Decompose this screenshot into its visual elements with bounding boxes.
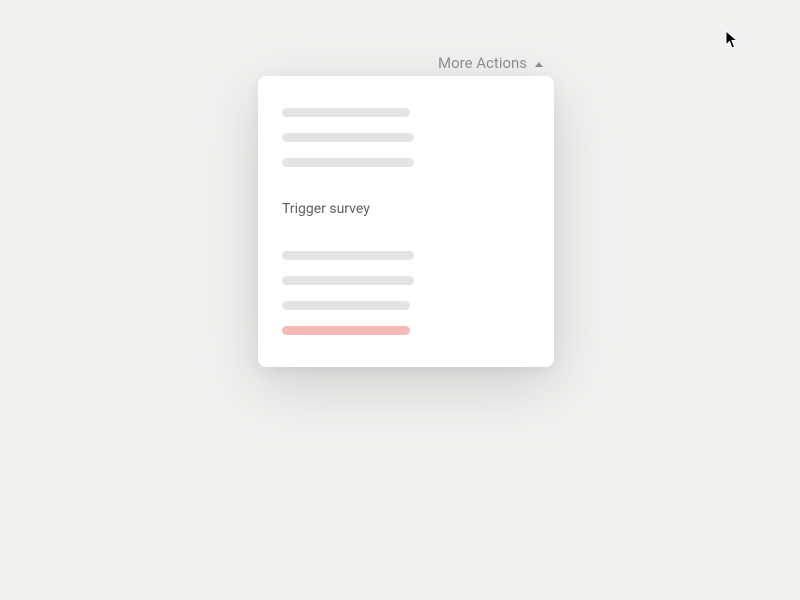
menu-item-placeholder[interactable] [258, 243, 554, 268]
menu-item-placeholder[interactable] [258, 268, 554, 293]
placeholder-icon [282, 251, 414, 260]
placeholder-icon [282, 301, 410, 310]
menu-group [258, 237, 554, 349]
cursor-icon [725, 30, 739, 50]
more-actions-trigger[interactable]: More Actions [438, 54, 543, 72]
more-actions-label: More Actions [438, 54, 527, 72]
placeholder-icon [282, 276, 414, 285]
menu-group [258, 94, 554, 181]
menu-group: Trigger survey [258, 187, 554, 231]
menu-item-placeholder[interactable] [258, 125, 554, 150]
placeholder-icon [282, 133, 414, 142]
more-actions-menu: Trigger survey [258, 76, 554, 367]
placeholder-icon [282, 108, 410, 117]
placeholder-icon [282, 326, 410, 335]
menu-item-placeholder[interactable] [258, 150, 554, 175]
menu-item-placeholder[interactable] [258, 100, 554, 125]
menu-item-label: Trigger survey [282, 201, 370, 217]
menu-item-placeholder-danger[interactable] [258, 318, 554, 343]
caret-up-icon [535, 62, 543, 67]
placeholder-icon [282, 158, 414, 167]
menu-item-trigger-survey[interactable]: Trigger survey [258, 193, 554, 225]
menu-item-placeholder[interactable] [258, 293, 554, 318]
